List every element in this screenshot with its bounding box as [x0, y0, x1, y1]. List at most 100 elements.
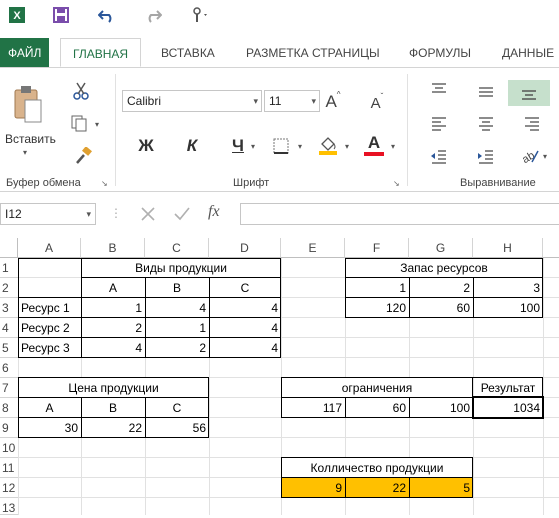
- cell-h8[interactable]: 1034: [473, 398, 543, 418]
- cell-f1[interactable]: Запас ресурсов: [345, 258, 543, 278]
- borders-dropdown-icon[interactable]: ▾: [298, 142, 302, 151]
- cell-h3[interactable]: 100: [473, 298, 543, 318]
- cell-a3[interactable]: Ресурс 1: [18, 298, 81, 318]
- font-color-button[interactable]: A: [362, 131, 386, 159]
- cell-b3[interactable]: 1: [81, 298, 145, 318]
- column-header-c[interactable]: C: [145, 238, 209, 258]
- cell-f3[interactable]: 120: [345, 298, 409, 318]
- orientation-dropdown-icon[interactable]: ▾: [543, 152, 547, 161]
- cell-b5[interactable]: 4: [81, 338, 145, 358]
- cell-d5[interactable]: 4: [209, 338, 281, 358]
- cell-f12[interactable]: 22: [345, 478, 409, 498]
- column-header-b[interactable]: B: [81, 238, 145, 258]
- cell-h2[interactable]: 3: [473, 278, 543, 298]
- cell-g12[interactable]: 5: [409, 478, 473, 498]
- underline-dropdown-icon[interactable]: ▾: [251, 142, 255, 151]
- cell-e7[interactable]: ограничения: [281, 378, 473, 398]
- font-color-dropdown-icon[interactable]: ▾: [391, 142, 395, 151]
- cell-b1[interactable]: Виды продукции: [81, 258, 281, 278]
- cell-c8[interactable]: C: [145, 398, 209, 418]
- bold-button[interactable]: Ж: [134, 134, 158, 158]
- decrease-indent-icon[interactable]: [427, 146, 451, 168]
- cell-g3[interactable]: 60: [409, 298, 473, 318]
- cell-d3[interactable]: 4: [209, 298, 281, 318]
- paste-button[interactable]: Вставить: [5, 132, 56, 146]
- row-header[interactable]: 10: [0, 438, 18, 458]
- select-all-button[interactable]: [0, 238, 18, 258]
- align-middle-icon[interactable]: [474, 82, 498, 102]
- cell-e8[interactable]: 117: [281, 398, 345, 418]
- enter-icon[interactable]: [172, 204, 192, 224]
- cell-a5[interactable]: Ресурс 3: [18, 338, 81, 358]
- paste-dropdown-icon[interactable]: ▾: [23, 148, 27, 157]
- tab-page-layout[interactable]: РАЗМЕТКА СТРАНИЦЫ: [246, 38, 380, 68]
- column-header-h[interactable]: H: [473, 238, 543, 258]
- font-name-select[interactable]: Calibri ▾: [122, 90, 262, 112]
- cell-e12[interactable]: 9: [281, 478, 345, 498]
- touch-mode-icon[interactable]: [188, 4, 210, 26]
- row-header[interactable]: 1: [0, 258, 18, 278]
- cell-b2[interactable]: A: [81, 278, 145, 298]
- cell-c9[interactable]: 56: [145, 418, 209, 438]
- column-header-f[interactable]: F: [345, 238, 409, 258]
- row-header[interactable]: 7: [0, 378, 18, 398]
- orientation-icon[interactable]: ab: [518, 144, 542, 168]
- cell-f8[interactable]: 60: [345, 398, 409, 418]
- cell-d2[interactable]: C: [209, 278, 281, 298]
- row-header[interactable]: 13: [0, 498, 18, 515]
- cell-c4[interactable]: 1: [145, 318, 209, 338]
- cell-g8[interactable]: 100: [409, 398, 473, 418]
- column-header-d[interactable]: D: [209, 238, 281, 258]
- cell-a8[interactable]: A: [18, 398, 81, 418]
- row-header[interactable]: 2: [0, 278, 18, 298]
- cell-b4[interactable]: 2: [81, 318, 145, 338]
- font-size-select[interactable]: 11 ▾: [264, 90, 320, 112]
- shrink-font-button[interactable]: Aˇ: [366, 92, 388, 114]
- fill-color-dropdown-icon[interactable]: ▾: [345, 142, 349, 151]
- cell-h7[interactable]: Результат: [473, 378, 543, 398]
- copy-dropdown-icon[interactable]: ▾: [95, 120, 99, 129]
- tab-data[interactable]: ДАННЫЕ: [502, 38, 554, 68]
- tab-home[interactable]: ГЛАВНАЯ: [60, 38, 142, 67]
- column-header-i[interactable]: [543, 238, 559, 258]
- fill-color-icon[interactable]: [316, 132, 340, 158]
- align-top-icon[interactable]: [427, 80, 451, 100]
- insert-function-icon[interactable]: fx: [208, 203, 220, 221]
- italic-button[interactable]: К: [180, 134, 204, 158]
- tab-insert[interactable]: ВСТАВКА: [161, 38, 215, 68]
- row-header[interactable]: 12: [0, 478, 18, 498]
- align-left-icon[interactable]: [427, 114, 451, 134]
- cell-c3[interactable]: 4: [145, 298, 209, 318]
- column-header-e[interactable]: E: [281, 238, 345, 258]
- row-header[interactable]: 3: [0, 298, 18, 318]
- tab-formulas[interactable]: ФОРМУЛЫ: [409, 38, 471, 68]
- format-painter-icon[interactable]: [72, 145, 94, 167]
- cell-a7[interactable]: Цена продукции: [18, 378, 209, 398]
- formula-input[interactable]: [240, 203, 559, 225]
- cell-c2[interactable]: B: [145, 278, 209, 298]
- clipboard-launcher-icon[interactable]: ↘: [101, 179, 108, 188]
- cell-b8[interactable]: B: [81, 398, 145, 418]
- grow-font-button[interactable]: A ^: [322, 90, 344, 114]
- row-header[interactable]: 11: [0, 458, 18, 478]
- cell-d4[interactable]: 4: [209, 318, 281, 338]
- column-header-g[interactable]: G: [409, 238, 473, 258]
- align-bottom-icon[interactable]: [508, 80, 550, 106]
- row-header[interactable]: 6: [0, 358, 18, 378]
- redo-icon[interactable]: [142, 4, 164, 26]
- copy-icon[interactable]: [68, 112, 90, 134]
- paste-icon[interactable]: [10, 82, 46, 126]
- tab-file[interactable]: ФАЙЛ: [0, 38, 50, 68]
- cancel-icon[interactable]: [138, 204, 158, 224]
- align-right-icon[interactable]: [520, 114, 544, 134]
- save-icon[interactable]: [50, 4, 72, 26]
- cell-e11[interactable]: Колличество продукции: [281, 458, 473, 478]
- borders-icon[interactable]: [270, 136, 292, 156]
- cut-icon[interactable]: [70, 80, 92, 102]
- cell-g2[interactable]: 2: [409, 278, 473, 298]
- underline-button[interactable]: Ч: [226, 134, 250, 158]
- align-center-icon[interactable]: [474, 114, 498, 134]
- cell-b9[interactable]: 22: [81, 418, 145, 438]
- cell-f2[interactable]: 1: [345, 278, 409, 298]
- row-header[interactable]: 9: [0, 418, 18, 438]
